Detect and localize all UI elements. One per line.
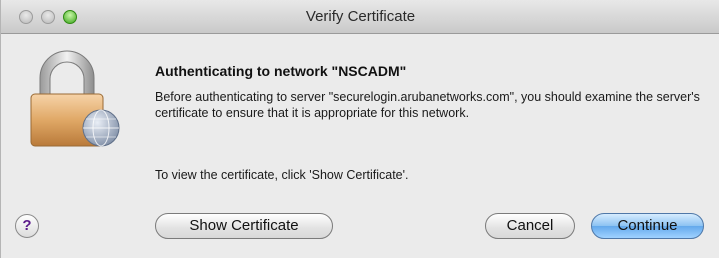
dialog-heading: Authenticating to network "NSCADM" <box>155 63 407 79</box>
dialog-hint: To view the certificate, click 'Show Cer… <box>155 168 409 182</box>
window-title: Verify Certificate <box>305 8 416 25</box>
cancel-button[interactable]: Cancel <box>485 213 575 239</box>
title-bar[interactable]: Verify Certificate <box>1 0 719 34</box>
lock-certificate-icon <box>30 50 120 147</box>
show-certificate-button[interactable]: Show Certificate <box>155 213 333 239</box>
verify-certificate-dialog: Verify Certificate Authenticating to net… <box>0 0 719 258</box>
dialog-message: Before authenticating to server "securel… <box>155 90 700 120</box>
help-button[interactable]: ? <box>15 214 39 238</box>
continue-button[interactable]: Continue <box>591 213 704 239</box>
